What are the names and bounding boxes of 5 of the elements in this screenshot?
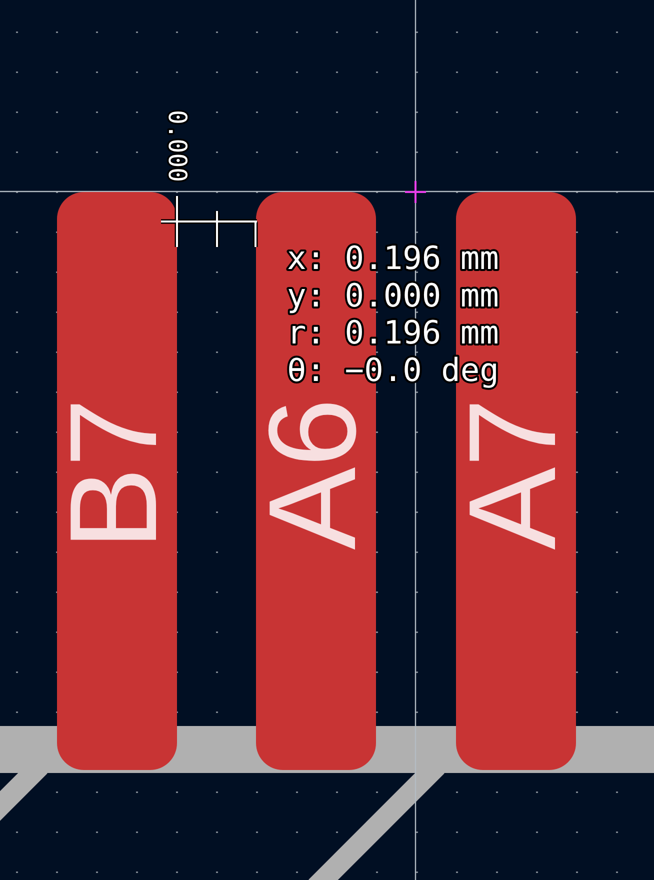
dimension-text: 0.000 <box>163 110 192 186</box>
pad-label: A6 <box>244 398 382 550</box>
cursor-cross-icon <box>405 181 426 203</box>
pad-label: A7 <box>444 398 582 550</box>
pad-label: B7 <box>45 398 183 550</box>
